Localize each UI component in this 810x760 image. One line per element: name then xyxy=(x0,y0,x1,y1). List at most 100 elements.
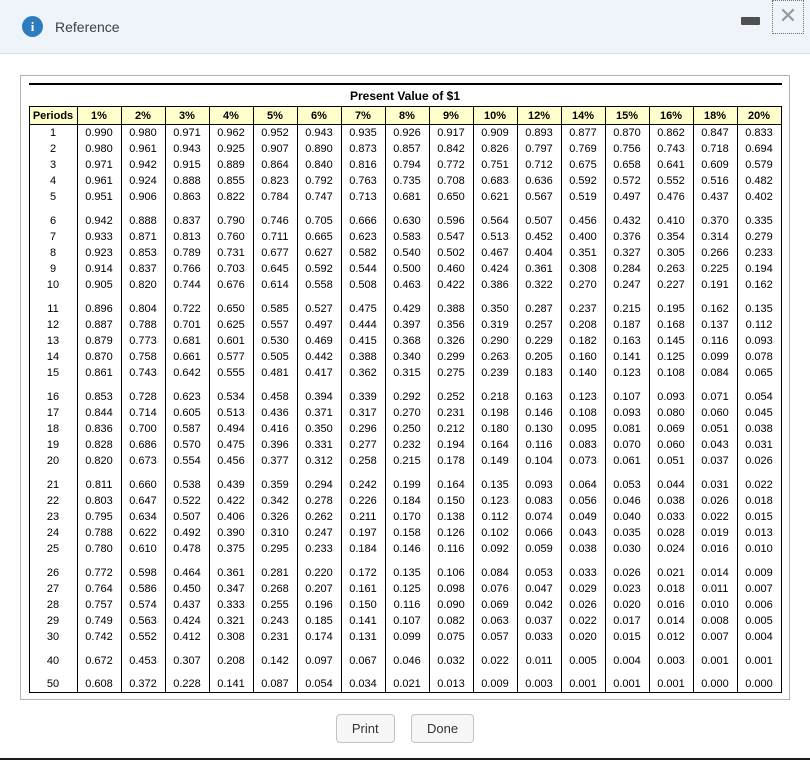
pv-factor-cell: 0.660 xyxy=(121,477,165,493)
pv-factor-cell: 0.069 xyxy=(473,597,517,613)
pv-factor-cell: 0.574 xyxy=(121,597,165,613)
pv-factor-cell: 0.394 xyxy=(297,389,341,405)
pv-factor-cell: 0.951 xyxy=(77,189,121,205)
pv-factor-cell: 0.577 xyxy=(209,349,253,365)
print-button[interactable]: Print xyxy=(336,714,395,743)
pv-factor-cell: 0.108 xyxy=(561,405,605,421)
pv-factor-cell: 0.013 xyxy=(429,677,473,693)
pv-factor-cell: 0.026 xyxy=(693,493,737,509)
pv-factor-cell: 0.820 xyxy=(77,453,121,469)
pv-factor-cell: 0.592 xyxy=(297,261,341,277)
pv-factor-cell: 0.870 xyxy=(77,349,121,365)
table-row: 20.9800.9610.9430.9250.9070.8900.8730.85… xyxy=(29,141,781,157)
pv-factor-cell: 0.888 xyxy=(121,213,165,229)
pv-factor-cell: 0.049 xyxy=(561,509,605,525)
pv-factor-cell: 0.836 xyxy=(77,421,121,437)
table-row: 500.6080.3720.2280.1410.0870.0540.0340.0… xyxy=(29,677,781,693)
pv-factor-cell: 0.943 xyxy=(165,141,209,157)
pv-factor-cell: 0.299 xyxy=(429,349,473,365)
period-cell: 11 xyxy=(29,301,77,317)
pv-factor-cell: 0.161 xyxy=(341,581,385,597)
pv-factor-cell: 0.743 xyxy=(121,365,165,381)
pv-factor-cell: 0.158 xyxy=(385,525,429,541)
periods-column-header: Periods xyxy=(29,107,77,125)
pv-factor-cell: 0.563 xyxy=(121,613,165,629)
rate-column-header: 18% xyxy=(693,107,737,125)
done-button[interactable]: Done xyxy=(411,714,474,743)
pv-factor-cell: 0.015 xyxy=(737,509,781,525)
pv-factor-cell: 0.014 xyxy=(693,565,737,581)
group-spacer-row xyxy=(29,469,781,477)
pv-factor-cell: 0.015 xyxy=(605,629,649,645)
pv-factor-cell: 0.756 xyxy=(605,141,649,157)
pv-factor-cell: 0.863 xyxy=(165,189,209,205)
pv-factor-cell: 0.926 xyxy=(385,125,429,141)
pv-factor-cell: 0.107 xyxy=(605,389,649,405)
pv-factor-cell: 0.917 xyxy=(429,125,473,141)
pv-factor-cell: 0.422 xyxy=(209,493,253,509)
pv-factor-cell: 0.009 xyxy=(737,565,781,581)
pv-factor-cell: 0.351 xyxy=(561,245,605,261)
pv-factor-cell: 0.029 xyxy=(561,581,605,597)
pv-factor-cell: 0.022 xyxy=(561,613,605,629)
pv-factor-cell: 0.199 xyxy=(385,477,429,493)
pv-factor-cell: 0.842 xyxy=(429,141,473,157)
table-row: 250.7800.6100.4780.3750.2950.2330.1840.1… xyxy=(29,541,781,557)
pv-factor-cell: 0.396 xyxy=(253,437,297,453)
pv-factor-cell: 0.215 xyxy=(605,301,649,317)
dialog-header: i Reference ✕ xyxy=(0,0,810,54)
pv-factor-cell: 0.784 xyxy=(253,189,297,205)
pv-factor-cell: 0.879 xyxy=(77,333,121,349)
pv-factor-cell: 0.705 xyxy=(297,213,341,229)
pv-factor-cell: 0.773 xyxy=(121,333,165,349)
pv-factor-cell: 0.350 xyxy=(473,301,517,317)
pv-factor-cell: 0.295 xyxy=(253,541,297,557)
pv-factor-cell: 0.032 xyxy=(429,653,473,669)
close-icon: ✕ xyxy=(779,4,797,29)
pv-factor-cell: 0.388 xyxy=(429,301,473,317)
table-row: 30.9710.9420.9150.8890.8640.8400.8160.79… xyxy=(29,157,781,173)
pv-factor-cell: 0.252 xyxy=(429,389,473,405)
pv-factor-cell: 0.925 xyxy=(209,141,253,157)
table-row: 160.8530.7280.6230.5340.4580.3940.3390.2… xyxy=(29,389,781,405)
close-button[interactable]: ✕ xyxy=(772,0,804,34)
pv-factor-cell: 0.356 xyxy=(429,317,473,333)
pv-factor-cell: 0.735 xyxy=(385,173,429,189)
pv-factor-cell: 0.820 xyxy=(121,277,165,293)
pv-factor-cell: 0.278 xyxy=(297,493,341,509)
period-cell: 19 xyxy=(29,437,77,453)
pv-factor-cell: 0.084 xyxy=(693,365,737,381)
pv-factor-cell: 0.178 xyxy=(429,453,473,469)
table-row: 70.9330.8710.8130.7600.7110.6650.6230.58… xyxy=(29,229,781,245)
pv-factor-cell: 0.744 xyxy=(165,277,209,293)
minimize-button[interactable] xyxy=(741,17,760,25)
pv-factor-cell: 0.022 xyxy=(693,509,737,525)
pv-factor-cell: 0.703 xyxy=(209,261,253,277)
pv-factor-cell: 0.003 xyxy=(517,677,561,693)
pv-factor-cell: 0.083 xyxy=(517,493,561,509)
pv-factor-cell: 0.758 xyxy=(121,349,165,365)
pv-factor-cell: 0.335 xyxy=(737,213,781,229)
pv-factor-cell: 0.816 xyxy=(341,157,385,173)
pv-factor-cell: 0.033 xyxy=(517,629,561,645)
pv-factor-cell: 0.097 xyxy=(297,653,341,669)
pv-factor-cell: 0.212 xyxy=(429,421,473,437)
pv-factor-cell: 0.141 xyxy=(605,349,649,365)
pv-factor-cell: 0.370 xyxy=(693,213,737,229)
pv-factor-cell: 0.197 xyxy=(341,525,385,541)
pv-factor-cell: 0.317 xyxy=(341,405,385,421)
pv-factor-cell: 0.262 xyxy=(297,509,341,525)
pv-factor-cell: 0.340 xyxy=(385,349,429,365)
pv-factor-cell: 0.811 xyxy=(77,477,121,493)
pv-factor-cell: 0.513 xyxy=(473,229,517,245)
pv-factor-cell: 0.116 xyxy=(517,437,561,453)
table-row: 280.7570.5740.4370.3330.2550.1960.1500.1… xyxy=(29,597,781,613)
pv-factor-cell: 0.935 xyxy=(341,125,385,141)
pv-factor-cell: 0.296 xyxy=(341,421,385,437)
pv-factor-cell: 0.476 xyxy=(649,189,693,205)
pv-factor-cell: 0.284 xyxy=(605,261,649,277)
pv-factor-cell: 0.326 xyxy=(429,333,473,349)
pv-factor-cell: 0.516 xyxy=(693,173,737,189)
dialog-title: Reference xyxy=(55,19,120,35)
pv-factor-cell: 0.075 xyxy=(429,629,473,645)
